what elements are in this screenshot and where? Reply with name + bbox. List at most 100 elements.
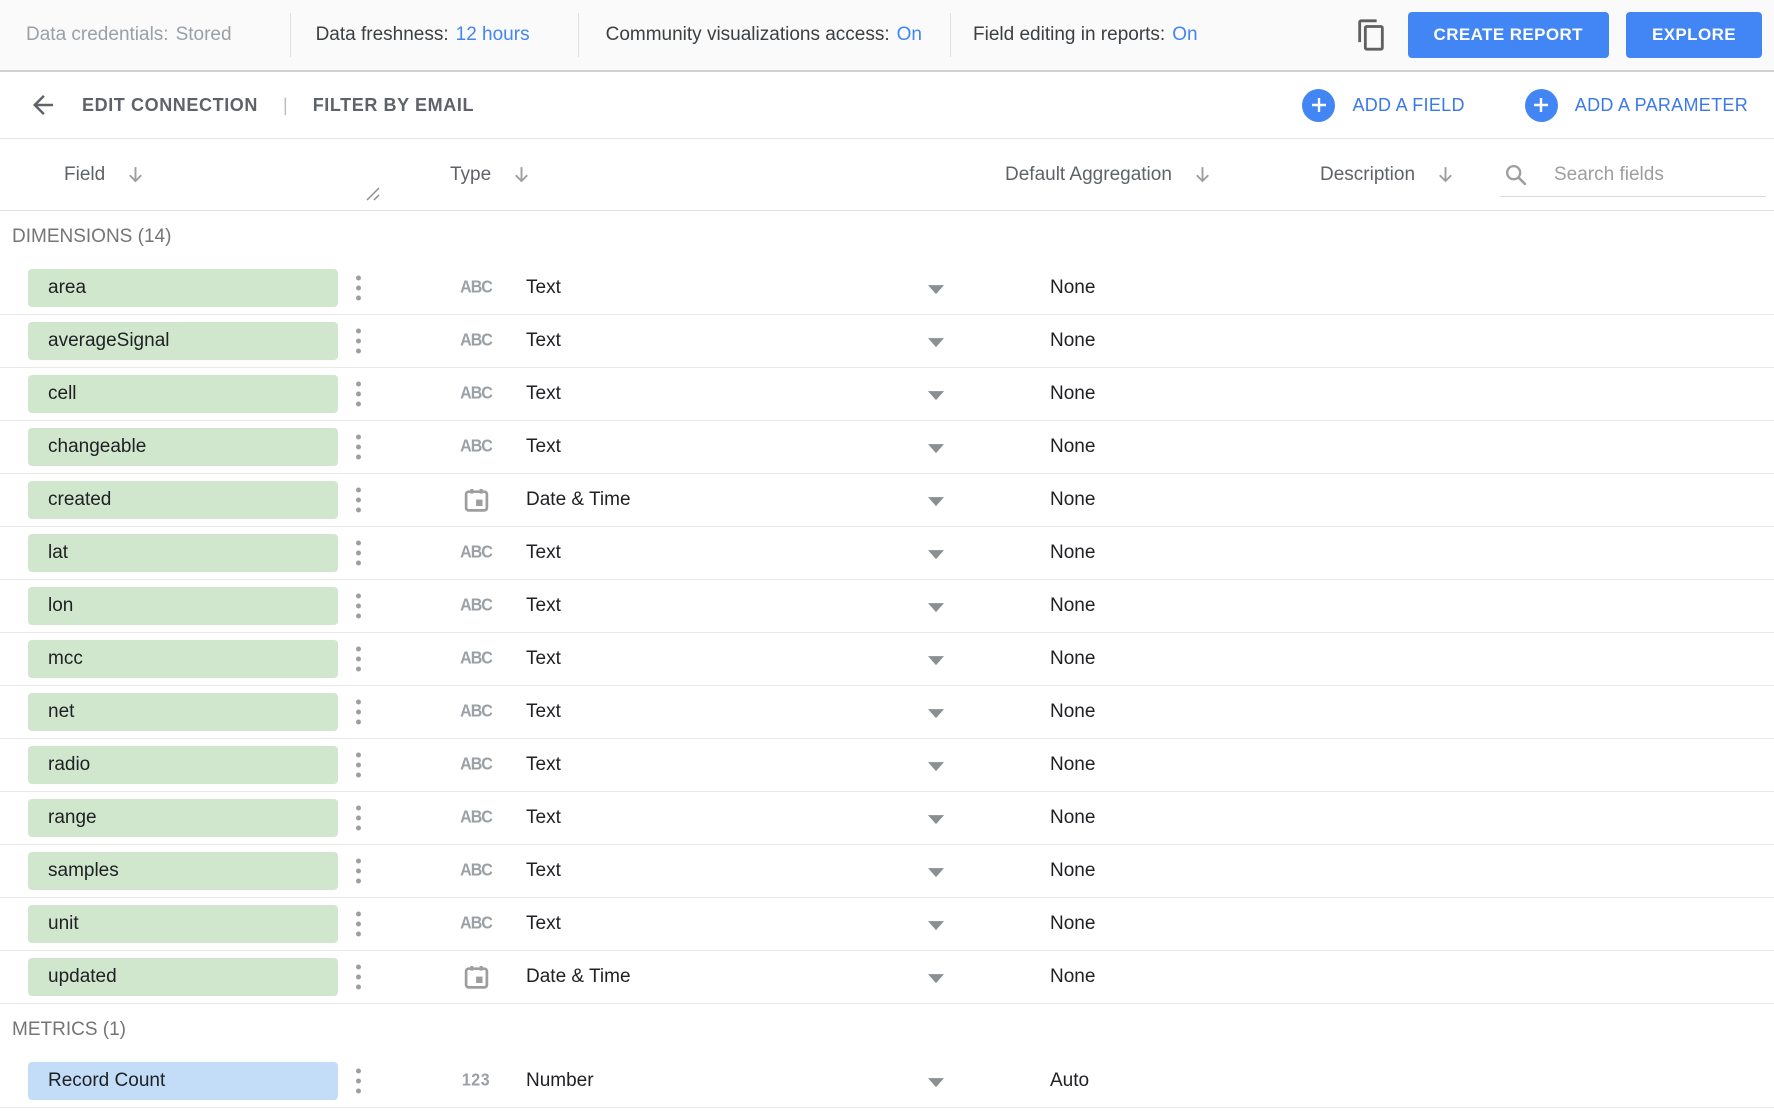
kebab-menu-icon[interactable] xyxy=(352,537,365,570)
kebab-menu-icon[interactable] xyxy=(352,590,365,623)
aggregation-value[interactable]: None xyxy=(1050,277,1095,299)
type-label[interactable]: Text xyxy=(526,648,561,670)
field-pill[interactable]: radio xyxy=(28,746,338,784)
dropdown-arrow-icon[interactable] xyxy=(928,285,944,294)
kebab-menu-icon[interactable] xyxy=(352,272,365,305)
dropdown-arrow-icon[interactable] xyxy=(928,550,944,559)
field-pill[interactable]: lon xyxy=(28,587,338,625)
dropdown-arrow-icon[interactable] xyxy=(928,1078,944,1087)
kebab-menu-icon[interactable] xyxy=(352,484,365,517)
sort-down-icon[interactable] xyxy=(125,164,146,185)
search-input[interactable] xyxy=(1552,163,1742,187)
sort-down-icon[interactable] xyxy=(511,164,532,185)
sort-down-icon[interactable] xyxy=(1192,164,1213,185)
column-header-type[interactable]: Type xyxy=(450,164,532,186)
dropdown-arrow-icon[interactable] xyxy=(928,497,944,506)
field-pill[interactable]: area xyxy=(28,269,338,307)
aggregation-value[interactable]: Auto xyxy=(1050,1070,1089,1092)
aggregation-value[interactable]: None xyxy=(1050,330,1095,352)
field-pill[interactable]: net xyxy=(28,693,338,731)
dropdown-arrow-icon[interactable] xyxy=(928,444,944,453)
type-label[interactable]: Text xyxy=(526,860,561,882)
kebab-menu-icon[interactable] xyxy=(352,749,365,782)
dropdown-arrow-icon[interactable] xyxy=(928,762,944,771)
kebab-menu-icon[interactable] xyxy=(352,855,365,888)
field-pill[interactable]: Record Count xyxy=(28,1062,338,1100)
column-resize-handle[interactable] xyxy=(366,185,380,207)
explore-button[interactable]: EXPLORE xyxy=(1626,12,1762,58)
data-credentials-chip[interactable]: Data credentials: Stored xyxy=(26,24,232,46)
copy-icon[interactable] xyxy=(1351,13,1391,57)
type-label[interactable]: Text xyxy=(526,807,561,829)
aggregation-value[interactable]: None xyxy=(1050,648,1095,670)
data-freshness-chip[interactable]: Data freshness: 12 hours xyxy=(316,24,530,46)
aggregation-value[interactable]: None xyxy=(1050,966,1095,988)
back-button[interactable] xyxy=(26,88,60,122)
type-label[interactable]: Text xyxy=(526,277,561,299)
field-row: samples ABC 123 Text None xyxy=(0,845,1774,898)
dropdown-arrow-icon[interactable] xyxy=(928,338,944,347)
field-pill[interactable]: lat xyxy=(28,534,338,572)
dropdown-arrow-icon[interactable] xyxy=(928,603,944,612)
type-label[interactable]: Date & Time xyxy=(526,489,631,511)
type-label[interactable]: Number xyxy=(526,1070,594,1092)
kebab-menu-icon[interactable] xyxy=(352,696,365,729)
kebab-menu-icon[interactable] xyxy=(352,908,365,941)
aggregation-value[interactable]: None xyxy=(1050,489,1095,511)
aggregation-value[interactable]: None xyxy=(1050,595,1095,617)
dropdown-arrow-icon[interactable] xyxy=(928,815,944,824)
create-report-button[interactable]: CREATE REPORT xyxy=(1408,12,1609,58)
kebab-menu-icon[interactable] xyxy=(352,802,365,835)
dropdown-arrow-icon[interactable] xyxy=(928,709,944,718)
edit-connection-button[interactable]: EDIT CONNECTION xyxy=(82,95,258,116)
column-header-description[interactable]: Description xyxy=(1320,164,1456,186)
dropdown-arrow-icon[interactable] xyxy=(928,391,944,400)
kebab-menu-icon[interactable] xyxy=(352,431,365,464)
field-pill[interactable]: changeable xyxy=(28,428,338,466)
field-pill[interactable]: cell xyxy=(28,375,338,413)
kebab-menu-icon[interactable] xyxy=(352,325,365,358)
type-label[interactable]: Text xyxy=(526,595,561,617)
aggregation-value[interactable]: None xyxy=(1050,754,1095,776)
field-pill[interactable]: samples xyxy=(28,852,338,890)
aggregation-value[interactable]: None xyxy=(1050,701,1095,723)
dropdown-arrow-icon[interactable] xyxy=(928,921,944,930)
field-pill[interactable]: updated xyxy=(28,958,338,996)
field-pill[interactable]: range xyxy=(28,799,338,837)
kebab-menu-icon[interactable] xyxy=(352,1065,365,1098)
community-visualizations-chip[interactable]: Community visualizations access: On xyxy=(606,24,922,46)
type-label[interactable]: Text xyxy=(526,542,561,564)
aggregation-value[interactable]: None xyxy=(1050,436,1095,458)
type-label[interactable]: Text xyxy=(526,436,561,458)
filter-by-email-button[interactable]: FILTER BY EMAIL xyxy=(313,95,474,116)
add-field-button[interactable]: ADD A FIELD xyxy=(1302,89,1464,122)
type-label[interactable]: Text xyxy=(526,330,561,352)
dropdown-arrow-icon[interactable] xyxy=(928,974,944,983)
column-header-field[interactable]: Field xyxy=(64,164,146,186)
field-pill[interactable]: averageSignal xyxy=(28,322,338,360)
field-editing-chip[interactable]: Field editing in reports: On xyxy=(973,24,1198,46)
aggregation-value[interactable]: None xyxy=(1050,383,1095,405)
field-pill[interactable]: unit xyxy=(28,905,338,943)
community-visualizations-value: On xyxy=(897,24,922,46)
column-header-default-aggregation[interactable]: Default Aggregation xyxy=(1005,164,1213,186)
aggregation-value[interactable]: None xyxy=(1050,542,1095,564)
field-pill[interactable]: mcc xyxy=(28,640,338,678)
kebab-menu-icon[interactable] xyxy=(352,378,365,411)
type-label[interactable]: Text xyxy=(526,701,561,723)
type-label[interactable]: Text xyxy=(526,383,561,405)
kebab-menu-icon[interactable] xyxy=(352,961,365,994)
type-label[interactable]: Text xyxy=(526,754,561,776)
divider xyxy=(578,13,579,57)
sort-down-icon[interactable] xyxy=(1435,164,1456,185)
dropdown-arrow-icon[interactable] xyxy=(928,656,944,665)
type-label[interactable]: Text xyxy=(526,913,561,935)
aggregation-value[interactable]: None xyxy=(1050,807,1095,829)
type-label[interactable]: Date & Time xyxy=(526,966,631,988)
kebab-menu-icon[interactable] xyxy=(352,643,365,676)
add-parameter-button[interactable]: ADD A PARAMETER xyxy=(1525,89,1748,122)
aggregation-value[interactable]: None xyxy=(1050,913,1095,935)
dropdown-arrow-icon[interactable] xyxy=(928,868,944,877)
aggregation-value[interactable]: None xyxy=(1050,860,1095,882)
field-pill[interactable]: created xyxy=(28,481,338,519)
